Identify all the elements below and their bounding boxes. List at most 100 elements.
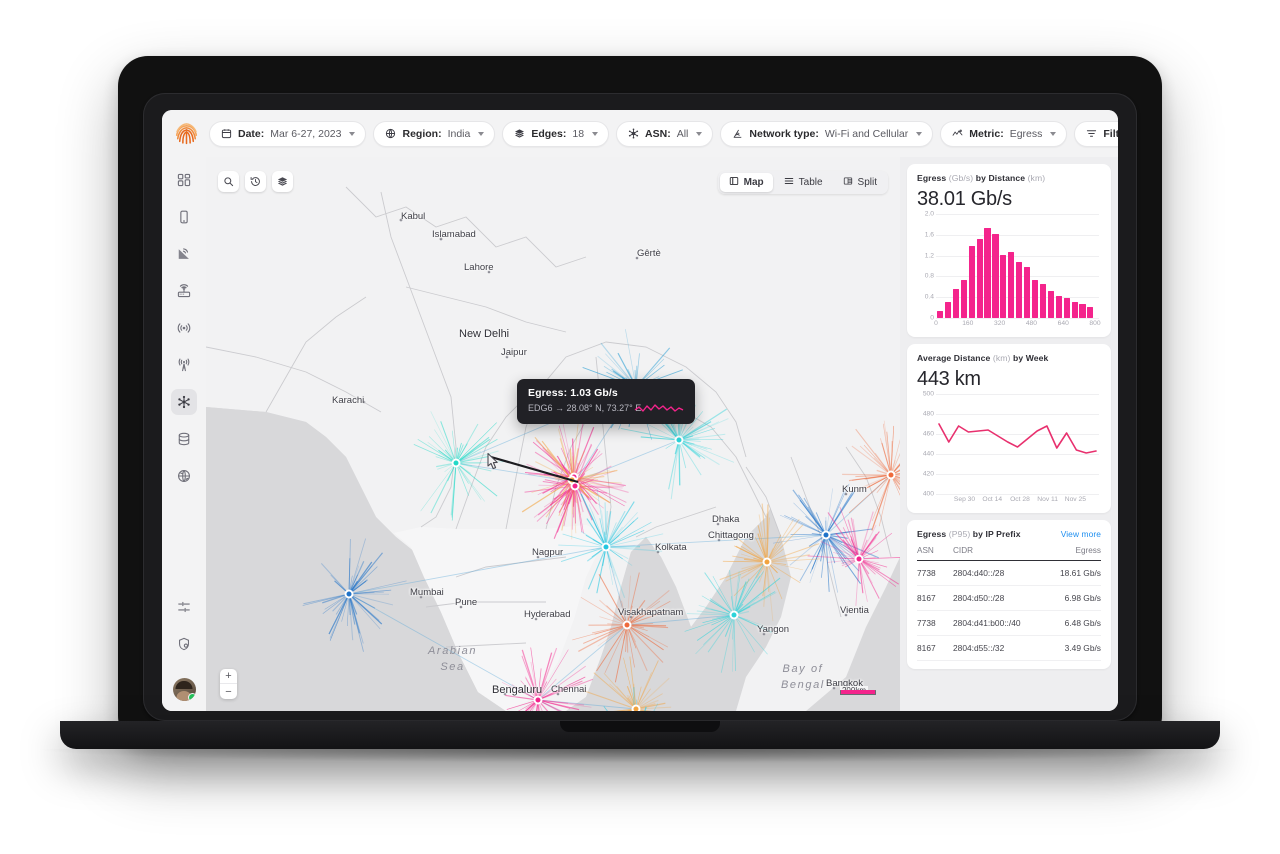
cell-egress: 3.49 Gb/s bbox=[1064, 643, 1101, 653]
x-tick-label: Oct 28 bbox=[1010, 496, 1030, 503]
histogram-bar[interactable] bbox=[1071, 302, 1078, 318]
filter-metric-label: Metric: bbox=[969, 127, 1004, 140]
cell-asn: 8167 bbox=[917, 593, 936, 603]
card-egress-by-distance: Egress (Gb/s) by Distance (km) 38.01 Gb/… bbox=[907, 164, 1111, 337]
user-avatar[interactable] bbox=[172, 678, 196, 701]
histogram-bar[interactable] bbox=[1008, 251, 1015, 318]
table-row[interactable]: 7738 2804:d40::/28 18.61 Gb/s bbox=[917, 561, 1101, 586]
filter-significant-label: Filter: bbox=[1103, 127, 1118, 140]
grid-line bbox=[936, 234, 1099, 236]
tooltip-sparkline bbox=[634, 404, 684, 412]
line-x-axis: Sep 30 Oct 14 Oct 28 Nov 11 Nov 25 bbox=[936, 494, 1101, 505]
histogram-bar[interactable] bbox=[1055, 296, 1062, 318]
view-more-link[interactable]: View more bbox=[1061, 529, 1101, 539]
chevron-down-icon bbox=[592, 131, 599, 136]
table-row[interactable]: 8167 2804:d55::/32 3.49 Gb/s bbox=[917, 636, 1101, 661]
filter-asn-value: All bbox=[676, 127, 689, 140]
table-row[interactable]: 8167 2804:d50::/28 6.98 Gb/s bbox=[917, 586, 1101, 611]
histogram-bar[interactable] bbox=[992, 233, 999, 318]
filter-date[interactable]: Date: Mar 6-27, 2023 bbox=[209, 120, 367, 147]
chevron-down-icon bbox=[1050, 131, 1057, 136]
filter-network-type-value: Wi-Fi and Cellular bbox=[824, 127, 909, 140]
sidebar-item-dashboard[interactable] bbox=[171, 167, 197, 193]
egress-title-main: Egress bbox=[917, 173, 947, 183]
cell-egress: 6.48 Gb/s bbox=[1064, 618, 1101, 628]
filter-significant[interactable]: Filter: Significant only bbox=[1074, 120, 1118, 147]
histogram-bar[interactable] bbox=[1079, 303, 1086, 318]
x-tick-label: Sep 30 bbox=[953, 496, 976, 503]
right-panel[interactable]: Egress (Gb/s) by Distance (km) 38.01 Gb/… bbox=[900, 157, 1118, 711]
selection-pointer-line bbox=[490, 455, 579, 484]
histogram-bar[interactable] bbox=[1031, 280, 1039, 318]
globe-icon bbox=[384, 128, 396, 140]
ip-table-body: 7738 2804:d40::/28 18.61 Gb/s8167 2804:d50:… bbox=[917, 561, 1101, 661]
filter-asn[interactable]: ASN: All bbox=[616, 120, 714, 147]
histogram-bar[interactable] bbox=[937, 310, 944, 318]
filter-metric[interactable]: Metric: Egress bbox=[940, 120, 1068, 147]
histogram-bar[interactable] bbox=[1047, 290, 1054, 318]
filter-network-type[interactable]: Network type: Wi-Fi and Cellular bbox=[720, 120, 934, 147]
x-tick-label: 0 bbox=[934, 320, 938, 327]
cell-asn: 7738 bbox=[917, 618, 936, 628]
laptop-foot bbox=[30, 749, 1250, 763]
histogram-bar[interactable] bbox=[952, 288, 959, 318]
line-y-axis: 400 420 440 460 480 500 bbox=[917, 390, 934, 498]
filter-region[interactable]: Region: India bbox=[373, 120, 496, 147]
radar-fingerprint-logo[interactable] bbox=[170, 118, 202, 150]
filter-edges-value: 18 bbox=[572, 127, 585, 140]
histogram-bar[interactable] bbox=[1000, 254, 1007, 318]
cell-cidr: 2804:d50::/28 bbox=[953, 593, 1005, 603]
filter-date-value: Mar 6-27, 2023 bbox=[270, 127, 342, 140]
card-average-distance: Average Distance (km) by Week 443 km 400… bbox=[907, 344, 1111, 513]
grid-line bbox=[936, 255, 1099, 257]
histogram-bar[interactable] bbox=[984, 227, 991, 318]
map-tooltip: Egress: 1.03 Gb/s EDG6 → 28.08° N, 73.27… bbox=[517, 379, 695, 424]
mouse-cursor-icon bbox=[487, 452, 498, 470]
histogram-bar[interactable] bbox=[1024, 266, 1031, 318]
sidebar-item-global[interactable] bbox=[171, 463, 197, 489]
histogram-bar[interactable] bbox=[968, 246, 975, 318]
left-sidebar bbox=[162, 157, 206, 711]
sidebar-item-devices[interactable] bbox=[171, 204, 197, 230]
x-tick-label: 480 bbox=[1025, 320, 1037, 327]
column-cidr: CIDR bbox=[953, 546, 974, 555]
sidebar-item-routers[interactable] bbox=[171, 278, 197, 304]
y-tick-label: 440 bbox=[922, 450, 934, 458]
histogram-bar[interactable] bbox=[960, 280, 967, 318]
table-row[interactable]: 7738 2804:d41:b00::/40 6.48 Gb/s bbox=[917, 611, 1101, 636]
sidebar-item-signal[interactable] bbox=[171, 241, 197, 267]
filter-network-type-label: Network type: bbox=[749, 127, 819, 140]
filter-date-label: Date: bbox=[238, 127, 265, 140]
chevron-down-icon bbox=[696, 131, 703, 136]
histogram-bar[interactable] bbox=[1087, 307, 1094, 318]
histogram-bar[interactable] bbox=[1063, 298, 1070, 318]
sidebar-item-towers[interactable] bbox=[171, 352, 197, 378]
sidebar-item-security[interactable] bbox=[171, 631, 197, 657]
sidebar-bottom bbox=[162, 594, 206, 701]
card-average-distance-title: Average Distance (km) by Week bbox=[917, 353, 1101, 363]
ip-title-unit: (P95) bbox=[948, 529, 971, 539]
column-egress: Egress bbox=[1075, 546, 1101, 555]
histogram-bar[interactable] bbox=[976, 238, 983, 318]
y-tick-label: 420 bbox=[922, 470, 934, 478]
cell-asn: 7738 bbox=[917, 568, 936, 578]
y-tick-label: 500 bbox=[922, 390, 934, 398]
x-tick-label: 800 bbox=[1089, 320, 1101, 327]
filter-icon bbox=[1085, 128, 1097, 140]
sidebar-item-storage[interactable] bbox=[171, 426, 197, 452]
cell-egress: 6.98 Gb/s bbox=[1064, 593, 1101, 603]
sidebar-item-topology[interactable] bbox=[171, 389, 197, 415]
x-tick-label: 640 bbox=[1057, 320, 1069, 327]
sidebar-item-coverage[interactable] bbox=[171, 315, 197, 341]
histogram-bar[interactable] bbox=[1016, 262, 1023, 318]
sidebar-item-settings[interactable] bbox=[171, 594, 197, 620]
map-panel[interactable]: Kabul Islamabad Lahore Gêrtè New Delhi Jaipur… bbox=[206, 157, 900, 711]
screenshot-stage: Date: Mar 6-27, 2023 Region: India Edges… bbox=[0, 0, 1280, 854]
histogram-bar[interactable] bbox=[944, 301, 952, 318]
filter-edges[interactable]: Edges: 18 bbox=[502, 120, 610, 147]
y-tick-label: 400 bbox=[922, 490, 934, 498]
histogram-bar[interactable] bbox=[1039, 283, 1047, 318]
x-tick-label: Nov 11 bbox=[1037, 496, 1058, 503]
cell-egress: 18.61 Gb/s bbox=[1060, 568, 1101, 578]
line-series bbox=[938, 423, 1097, 454]
